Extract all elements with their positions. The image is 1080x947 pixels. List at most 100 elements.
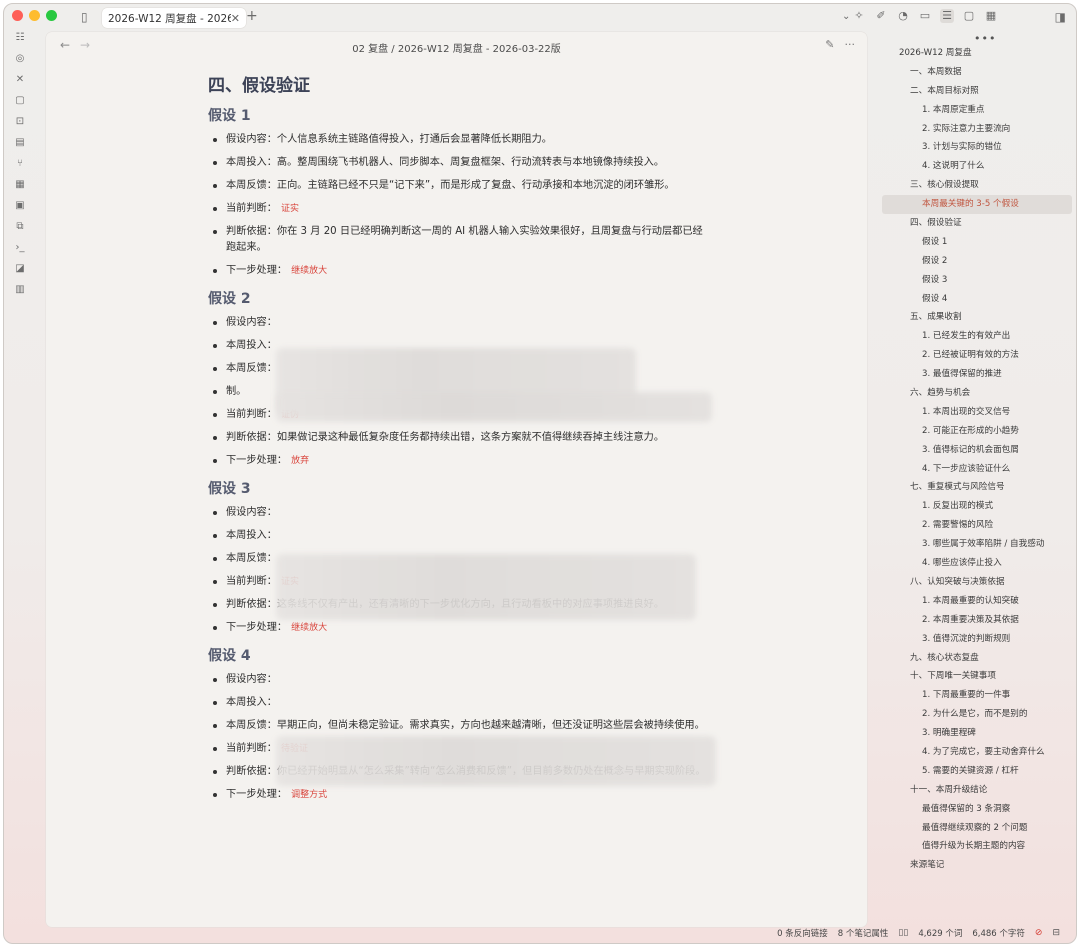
outline-item[interactable]: 本周最关键的 3-5 个假设 [882, 195, 1072, 215]
bullet-text: 制。 [226, 386, 247, 397]
app-window: ▯ 2026-W12 周复盘 - 2026... ✕ + ⌄ ✧ ✐ ◔ ▭ ☰… [3, 3, 1077, 944]
right-sidebar-toggle-icon[interactable]: ◨ [1055, 10, 1066, 24]
outline-item[interactable]: 六、趋势与机会 [882, 384, 1072, 403]
inbox-icon[interactable]: ⊡ [13, 116, 27, 128]
outline-item[interactable]: 假设 3 [882, 271, 1072, 290]
outline-item[interactable]: 2. 为什么是它，而不是别的 [882, 705, 1072, 724]
outline-item[interactable]: 4. 这说明了什么 [882, 157, 1072, 176]
bullet-item: 下一步处理： 放弃 [208, 453, 708, 469]
close-window-button[interactable] [12, 10, 23, 21]
palette-icon[interactable]: ◔ [896, 9, 910, 23]
outline-item[interactable]: 五、成果收割 [882, 308, 1072, 327]
bullet-item: 假设内容：个人信息系统主链路值得投入，打通后会显著降低长期阻力。 [208, 132, 708, 148]
tab-weekly-review[interactable]: 2026-W12 周复盘 - 2026... ✕ [102, 8, 246, 28]
outline-item[interactable]: 1. 本周最重要的认知突破 [882, 592, 1072, 611]
calendar-icon[interactable]: ▣ [13, 200, 27, 212]
bullet-text: 下一步处理： [226, 455, 288, 466]
files-icon[interactable]: ☷ [13, 32, 27, 44]
outline-item[interactable]: 2. 需要警惕的风险 [882, 516, 1072, 535]
sync-error-icon[interactable]: ⊘ [1035, 928, 1043, 938]
bullet-item: 当前判断： 证实 [208, 201, 708, 217]
terminal-icon[interactable]: ›_ [13, 242, 27, 254]
pen-icon[interactable]: ✐ [874, 9, 888, 23]
edit-mode-icon[interactable]: ✎ [825, 38, 834, 51]
hypothesis-title: 假设 3 [208, 481, 251, 497]
bullet-item: 判断依据：如果做记录这种最低复杂度任务都持续出错，这条方案就不值得继续吞掉主线注… [208, 430, 708, 446]
outline-item[interactable]: 2. 本周重要决策及其依据 [882, 611, 1072, 630]
outline-item[interactable]: 一、本周数据 [882, 63, 1072, 82]
outline-item[interactable]: 假设 2 [882, 252, 1072, 271]
reading-icon[interactable]: ▯▯ [898, 928, 908, 938]
outline-icon[interactable]: ☰ [940, 9, 954, 23]
outline-item[interactable]: 十、下周唯一关键事项 [882, 667, 1072, 686]
outline-item[interactable]: 1. 本周原定重点 [882, 101, 1072, 120]
outline-item[interactable]: 3. 明确里程碑 [882, 724, 1072, 743]
outline-item[interactable]: 3. 哪些属于效率陷阱 / 自我感动 [882, 535, 1072, 554]
outline-item[interactable]: 2. 已经被证明有效的方法 [882, 346, 1072, 365]
close-tab-icon[interactable]: ✕ [231, 12, 240, 25]
outline-item[interactable]: 1. 下周最重要的一件事 [882, 686, 1072, 705]
grid-icon[interactable]: ▦ [13, 179, 27, 191]
branch-icon[interactable]: ⑂ [13, 158, 27, 170]
archive-icon[interactable]: ▭ [918, 9, 932, 23]
outline-item[interactable]: 3. 值得标记的机会面包屑 [882, 441, 1072, 460]
bullet-text: 本周反馈：正向。主链路已经不只是“记下来”，而是形成了复盘、行动承接和本地沉淀的… [226, 180, 675, 191]
outline-item[interactable]: 来源笔记 [882, 856, 1072, 875]
outline-item[interactable]: 5. 需要的关键资源 / 杠杆 [882, 762, 1072, 781]
outline-item[interactable]: 最值得保留的 3 条洞察 [882, 800, 1072, 819]
graph-icon[interactable]: ◎ [13, 53, 27, 65]
outline-item[interactable]: 4. 下一步应该验证什么 [882, 460, 1072, 479]
more-options-icon[interactable]: ··· [845, 38, 856, 51]
template-icon[interactable]: ◪ [13, 263, 27, 275]
new-tab-button[interactable]: + [246, 9, 258, 23]
document-icon[interactable]: ▤ [13, 137, 27, 149]
status-tag[interactable]: 放弃 [291, 456, 309, 466]
status-tag[interactable]: 继续放大 [291, 623, 327, 633]
outline-item[interactable]: 二、本周目标对照 [882, 82, 1072, 101]
status-tag[interactable]: 证实 [281, 204, 299, 214]
outline-item[interactable]: 四、假设验证 [882, 214, 1072, 233]
zoom-window-button[interactable] [46, 10, 57, 21]
outline-item[interactable]: 八、认知突破与决策依据 [882, 573, 1072, 592]
bullet-item: 本周反馈：正向。主链路已经不只是“记下来”，而是形成了复盘、行动承接和本地沉淀的… [208, 178, 708, 194]
layout-icon[interactable]: ▥ [13, 284, 27, 296]
outline-item[interactable]: 3. 最值得保留的推进 [882, 365, 1072, 384]
outline-item[interactable]: 假设 1 [882, 233, 1072, 252]
outline-item[interactable]: 2026-W12 周复盘 [882, 44, 1072, 63]
outline-item[interactable]: 2. 可能正在形成的小趋势 [882, 422, 1072, 441]
outline-item[interactable]: 3. 值得沉淀的判断规则 [882, 630, 1072, 649]
outline-item[interactable]: 九、核心状态复盘 [882, 649, 1072, 668]
outline-item[interactable]: 1. 已经发生的有效产出 [882, 327, 1072, 346]
tools-icon[interactable]: ✕ [13, 74, 27, 86]
copy-icon[interactable]: ⧉ [13, 221, 27, 233]
outline-item[interactable]: 2. 实际注意力主要流向 [882, 120, 1072, 139]
breadcrumb[interactable]: 02 复盘 / 2026-W12 周复盘 - 2026-03-22版 [46, 40, 867, 55]
outline-item[interactable]: 十一、本周升级结论 [882, 781, 1072, 800]
outline-item[interactable]: 假设 4 [882, 290, 1072, 309]
outline-item[interactable]: 4. 哪些应该停止投入 [882, 554, 1072, 573]
backlinks-count[interactable]: 0 条反向链接 [777, 927, 828, 939]
bullet-item: 假设内容： [208, 315, 708, 331]
calendar-icon[interactable]: ▦ [984, 9, 998, 23]
chat-icon[interactable]: ▢ [13, 95, 27, 107]
tab-list-chevron-icon[interactable]: ⌄ [842, 10, 850, 24]
outline-item[interactable]: 三、核心假设提取 [882, 176, 1072, 195]
properties-count[interactable]: 8 个笔记属性 [838, 927, 889, 939]
outline-more-icon[interactable]: ••• [974, 32, 996, 45]
sidebar-toggle-icon[interactable]: ▯ [81, 10, 88, 24]
outline-item[interactable]: 最值得继续观察的 2 个问题 [882, 819, 1072, 838]
status-tag[interactable]: 调整方式 [291, 790, 327, 800]
redacted-block [276, 736, 716, 786]
status-tag[interactable]: 继续放大 [291, 266, 327, 276]
minimize-window-button[interactable] [29, 10, 40, 21]
lock-icon[interactable]: ⊟ [1052, 928, 1060, 938]
outline-item[interactable]: 4. 为了完成它，要主动舍弃什么 [882, 743, 1072, 762]
outline-item[interactable]: 1. 反复出现的模式 [882, 497, 1072, 516]
outline-item[interactable]: 七、重复模式与风险信号 [882, 478, 1072, 497]
outline-item[interactable]: 值得升级为长期主题的内容 [882, 837, 1072, 856]
hypothesis-sections: 假设 1 假设内容：个人信息系统主链路值得投入，打通后会显著降低长期阻力。 本周投入… [208, 106, 708, 803]
wand-icon[interactable]: ✧ [852, 9, 866, 23]
comment-icon[interactable]: ▢ [962, 9, 976, 23]
outline-item[interactable]: 3. 计划与实际的错位 [882, 138, 1072, 157]
outline-item[interactable]: 1. 本周出现的交叉信号 [882, 403, 1072, 422]
